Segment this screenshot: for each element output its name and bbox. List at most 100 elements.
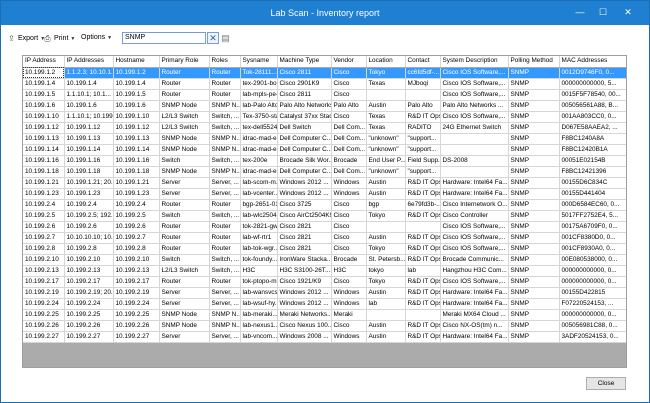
table-row[interactable]: 10.199.2.4 10.199.2.4 10.199.2.4 Router Rout… xyxy=(23,199,626,211)
table-cell: Cisco xyxy=(331,320,367,332)
table-row[interactable]: 10.199.2.25 10.199.2.25 10.199.2.25 SNMP No… xyxy=(23,309,626,321)
table-cell: SNMP xyxy=(508,188,560,200)
table-cell: 10.199.1.12 xyxy=(23,122,65,134)
table-cell: 10.199.2.27 xyxy=(64,331,114,343)
table-cell: 0015F5F78540, 00... xyxy=(559,89,626,101)
table-row[interactable]: 10.199.2.5 10.199.2.5; 192... 10.199.2.5 Sw… xyxy=(23,210,626,222)
table-cell: DS-2008 xyxy=(440,155,509,167)
table-cell: 10.199.1.21; 20... xyxy=(64,177,114,189)
column-header[interactable]: MAC Addresses xyxy=(559,56,626,68)
table-cell: Cisco 3725 xyxy=(277,199,332,211)
column-header[interactable]: Sysname xyxy=(240,56,278,68)
table-row[interactable]: 10.199.1.13 10.199.1.13 10.199.1.13 SNMP No… xyxy=(23,133,626,145)
table-cell: 10.199.2.24 xyxy=(64,298,114,310)
table-cell: 10.199.1.12 xyxy=(64,122,114,134)
table-cell: SNMP Node xyxy=(159,133,210,145)
table-cell: Cisco xyxy=(331,243,367,255)
table-cell: Router xyxy=(209,199,241,211)
column-header[interactable]: Primary Role xyxy=(159,56,210,68)
table-cell: Cisco IOS Software,... xyxy=(440,89,509,101)
table-cell: SNMP xyxy=(508,166,560,178)
table-cell: Cisco AirCt2504K9 xyxy=(277,210,332,222)
table-row[interactable]: 10.199.1.14 10.199.1.14 10.199.1.14 SNMP No… xyxy=(23,144,626,156)
table-row[interactable]: 10.199.2.27 10.199.2.27 10.199.2.27 Server S… xyxy=(23,331,626,343)
table-cell: SNMP xyxy=(508,67,560,79)
column-header[interactable]: IP Address xyxy=(23,56,65,68)
column-header[interactable]: System Description xyxy=(440,56,509,68)
table-cell: 10.199.2.6 xyxy=(23,221,65,233)
table-cell: SNMP xyxy=(508,144,560,156)
table-cell: Switch, ... xyxy=(209,210,241,222)
table-row[interactable]: 10.199.1.10 1.1.10.1; 10.199... 10.199.1.1… xyxy=(23,111,626,123)
table-row[interactable]: 10.199.1.5 1.1.10.1; 10.1... 10.199.1.5 Rou… xyxy=(23,89,626,101)
table-row[interactable]: 10.199.2.19 10.199.2.19; 20... 10.199.2.19… xyxy=(23,287,626,299)
export-menu[interactable]: ⇪ Export ▼ xyxy=(7,34,45,43)
table-header-row: IP Address IP Addresses Hostname Primary Ro… xyxy=(23,56,626,68)
table-cell: lab-mpls-pe-... xyxy=(240,89,278,101)
table-cell: 10.199.2.10 xyxy=(113,254,160,266)
search-input[interactable]: SNMP xyxy=(122,32,206,44)
table-row[interactable]: 10.199.1.23 10.199.1.23 10.199.1.23 Server S… xyxy=(23,188,626,200)
inventory-grid[interactable]: IP Address IP Addresses Hostname Primary Ro… xyxy=(22,55,627,368)
column-header[interactable]: Machine Type xyxy=(277,56,332,68)
table-cell: Texas xyxy=(366,78,406,90)
table-cell: 6e79fd3b-... xyxy=(405,199,441,211)
table-row[interactable]: 10.199.1.6 10.199.1.6 10.199.1.6 SNMP Node S… xyxy=(23,100,626,112)
table-cell: 10.199.2.5 xyxy=(23,210,65,222)
table-cell xyxy=(405,309,441,321)
table-row[interactable]: 10.199.2.8 10.199.2.8 10.199.2.8 Router Rout… xyxy=(23,243,626,255)
select-columns-button[interactable]: ▤ xyxy=(220,32,231,44)
table-cell: Austin xyxy=(366,331,406,343)
table-cell: 10.199.2.4 xyxy=(113,199,160,211)
table-row[interactable]: 10.199.1.16 10.199.1.16 10.199.1.16 Switch S… xyxy=(23,155,626,167)
maximize-button[interactable]: ☐ xyxy=(593,4,613,20)
table-row[interactable]: 10.199.1.2 1.1.2.3; 10.10.1... 10.199.1.2 R… xyxy=(23,67,626,79)
close-button[interactable]: Close xyxy=(586,377,626,390)
table-row[interactable]: 10.199.2.10 10.199.2.10 10.199.2.10 Switch S… xyxy=(23,254,626,266)
table-cell: 10.199.1.5 xyxy=(23,89,65,101)
table-cell: 10.199.1.4 xyxy=(64,78,114,90)
table-row[interactable]: 10.199.1.18 10.199.1.18 10.199.1.18 SNMP No… xyxy=(23,166,626,178)
table-cell: IronWare Stacka... xyxy=(277,254,332,266)
table-cell: R&D IT Ops xyxy=(405,331,441,343)
column-header[interactable]: Contact xyxy=(405,56,441,68)
table-cell: 10.199.1.23 xyxy=(23,188,65,200)
column-header[interactable]: Hostname xyxy=(113,56,160,68)
minimize-button[interactable]: — xyxy=(570,4,590,20)
table-row[interactable]: 10.199.2.17 10.199.2.17 10.199.2.17 Router R… xyxy=(23,276,626,288)
table-cell: Field Supp... xyxy=(405,155,441,167)
table-row[interactable]: 10.199.2.24 10.199.2.24 10.199.2.24 Server S… xyxy=(23,298,626,310)
column-header[interactable]: Polling Method xyxy=(508,56,560,68)
table-cell: SNMP xyxy=(508,221,560,233)
window-close-button[interactable]: ✕ xyxy=(618,4,638,20)
clear-search-button[interactable]: ✕ xyxy=(207,32,219,44)
column-header[interactable]: Roles xyxy=(209,56,241,68)
table-row[interactable]: 10.199.2.13 10.199.2.13 10.199.2.13 L2/L3 S… xyxy=(23,265,626,277)
options-menu[interactable]: Options ▼ xyxy=(81,34,112,41)
table-cell: Dell Computer C... xyxy=(277,133,332,145)
table-cell: idrac-mad-e... xyxy=(240,144,278,156)
column-header[interactable]: Location xyxy=(366,56,406,68)
table-row[interactable]: 10.199.1.21 10.199.1.21; 20... 10.199.1.21… xyxy=(23,177,626,189)
print-menu[interactable]: ⎙ Print ▼ xyxy=(43,34,75,43)
table-row[interactable]: 10.199.2.6 10.199.2.6 10.199.2.6 Router Rout… xyxy=(23,221,626,233)
column-header[interactable]: Vendor xyxy=(331,56,367,68)
export-icon: ⇪ xyxy=(8,34,15,43)
table-cell: Server xyxy=(159,298,210,310)
table-cell: L2/L3 Switch xyxy=(159,265,210,277)
table-row[interactable]: 10.199.1.4 10.199.1.4 10.199.1.4 Router Rout… xyxy=(23,78,626,90)
table-cell: Switch, ... xyxy=(209,254,241,266)
table-cell: 10.199.1.23 xyxy=(113,188,160,200)
table-cell: 000000000000, 0... xyxy=(559,276,626,288)
table-row[interactable]: 10.199.2.7 10.10.10.10; 10... 10.199.2.7 Ro… xyxy=(23,232,626,244)
table-cell: 10.199.2.6 xyxy=(113,221,160,233)
table-cell: "support... xyxy=(405,144,441,156)
table-row[interactable]: 10.199.1.12 10.199.1.12 10.199.1.12 L2/L3 S… xyxy=(23,122,626,134)
table-cell: SNMP Node xyxy=(159,320,210,332)
column-header[interactable]: IP Addresses xyxy=(64,56,114,68)
table-cell: Cisco Nexus 100... xyxy=(277,320,332,332)
table-cell: F8BC1240A8A xyxy=(559,133,626,145)
table-cell: Router xyxy=(159,67,210,79)
table-row[interactable]: 10.199.2.26 10.199.2.26 10.199.2.26 SNMP No… xyxy=(23,320,626,332)
table-cell: F07220524153, ... xyxy=(559,298,626,310)
